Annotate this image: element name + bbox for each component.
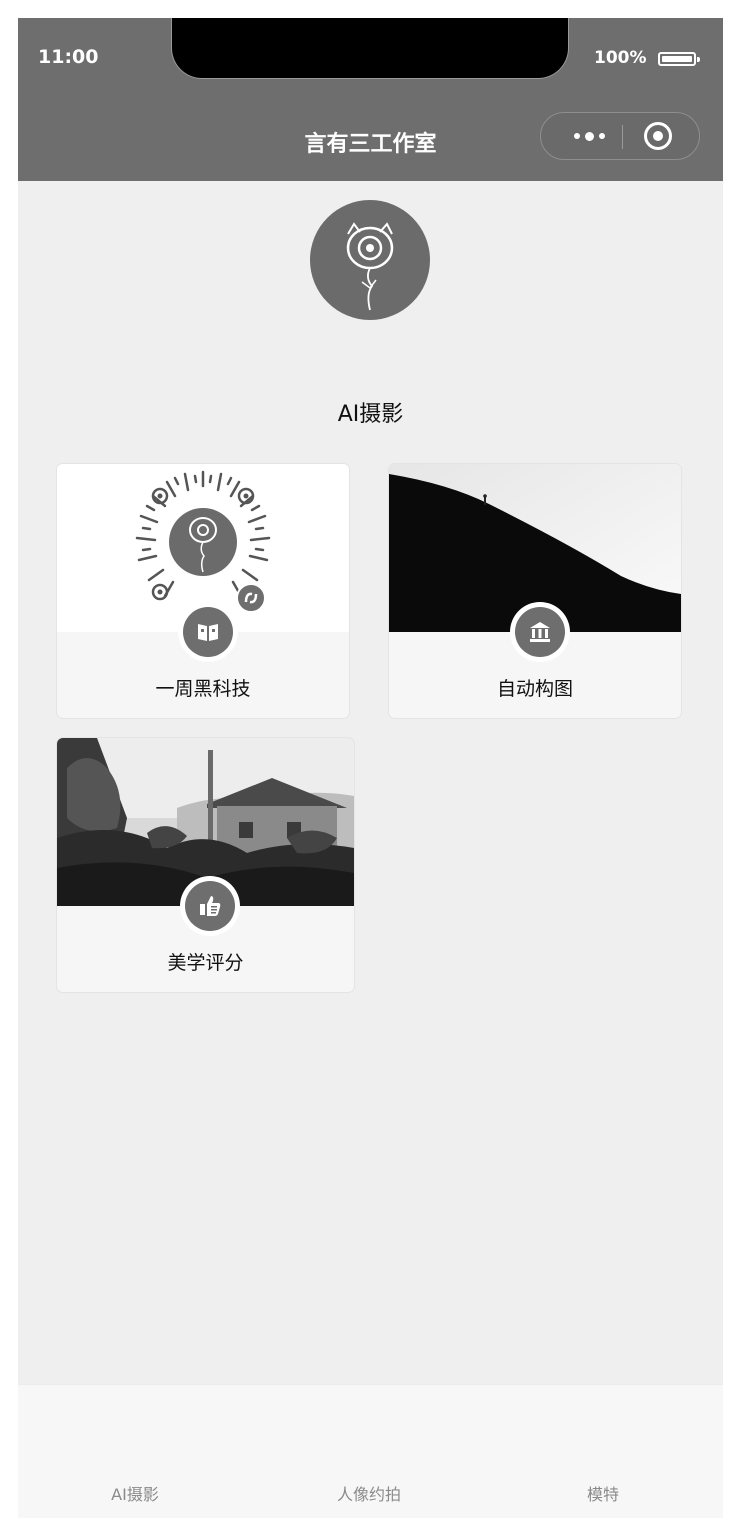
badge bbox=[180, 876, 240, 936]
tab-portrait-booking[interactable]: 人像约拍 bbox=[294, 1481, 444, 1505]
thumbs-up-icon bbox=[185, 881, 235, 931]
more-button[interactable] bbox=[557, 113, 621, 159]
studio-avatar[interactable] bbox=[310, 200, 430, 320]
tab-ai-photography[interactable]: AI摄影 bbox=[60, 1481, 210, 1505]
mini-program-capsule bbox=[540, 112, 700, 160]
device-notch bbox=[172, 18, 568, 78]
card-auto-composition[interactable]: 自动构图 bbox=[389, 464, 681, 718]
book-icon bbox=[183, 607, 233, 657]
capsule-divider bbox=[622, 125, 623, 149]
bank-icon bbox=[515, 607, 565, 657]
app-header: 11:00 100% 言有三工作室 bbox=[18, 18, 723, 181]
section-title: AI摄影 bbox=[337, 402, 404, 427]
badge bbox=[178, 602, 238, 662]
tab-bar: AI摄影 人像约拍 模特 bbox=[18, 1384, 723, 1518]
phone-screen: 11:00 100% 言有三工作室 AI摄影 一周黑科技 自动构图 美学评分 A… bbox=[18, 18, 723, 1518]
close-mini-program-button[interactable] bbox=[644, 122, 672, 150]
card-label: 自动构图 bbox=[496, 678, 573, 700]
tab-models[interactable]: 模特 bbox=[528, 1481, 678, 1505]
card-weekly-tech[interactable]: 一周黑科技 bbox=[57, 464, 349, 718]
badge bbox=[510, 602, 570, 662]
status-time: 11:00 bbox=[38, 46, 99, 68]
more-dots-icon bbox=[573, 133, 580, 139]
card-label: 美学评分 bbox=[167, 952, 244, 974]
camera-balloon-icon bbox=[346, 222, 394, 311]
card-aesthetic-score[interactable]: 美学评分 bbox=[57, 738, 354, 992]
battery-percentage: 100% bbox=[594, 48, 647, 68]
battery-icon bbox=[658, 52, 700, 66]
card-label: 一周黑科技 bbox=[155, 678, 251, 700]
